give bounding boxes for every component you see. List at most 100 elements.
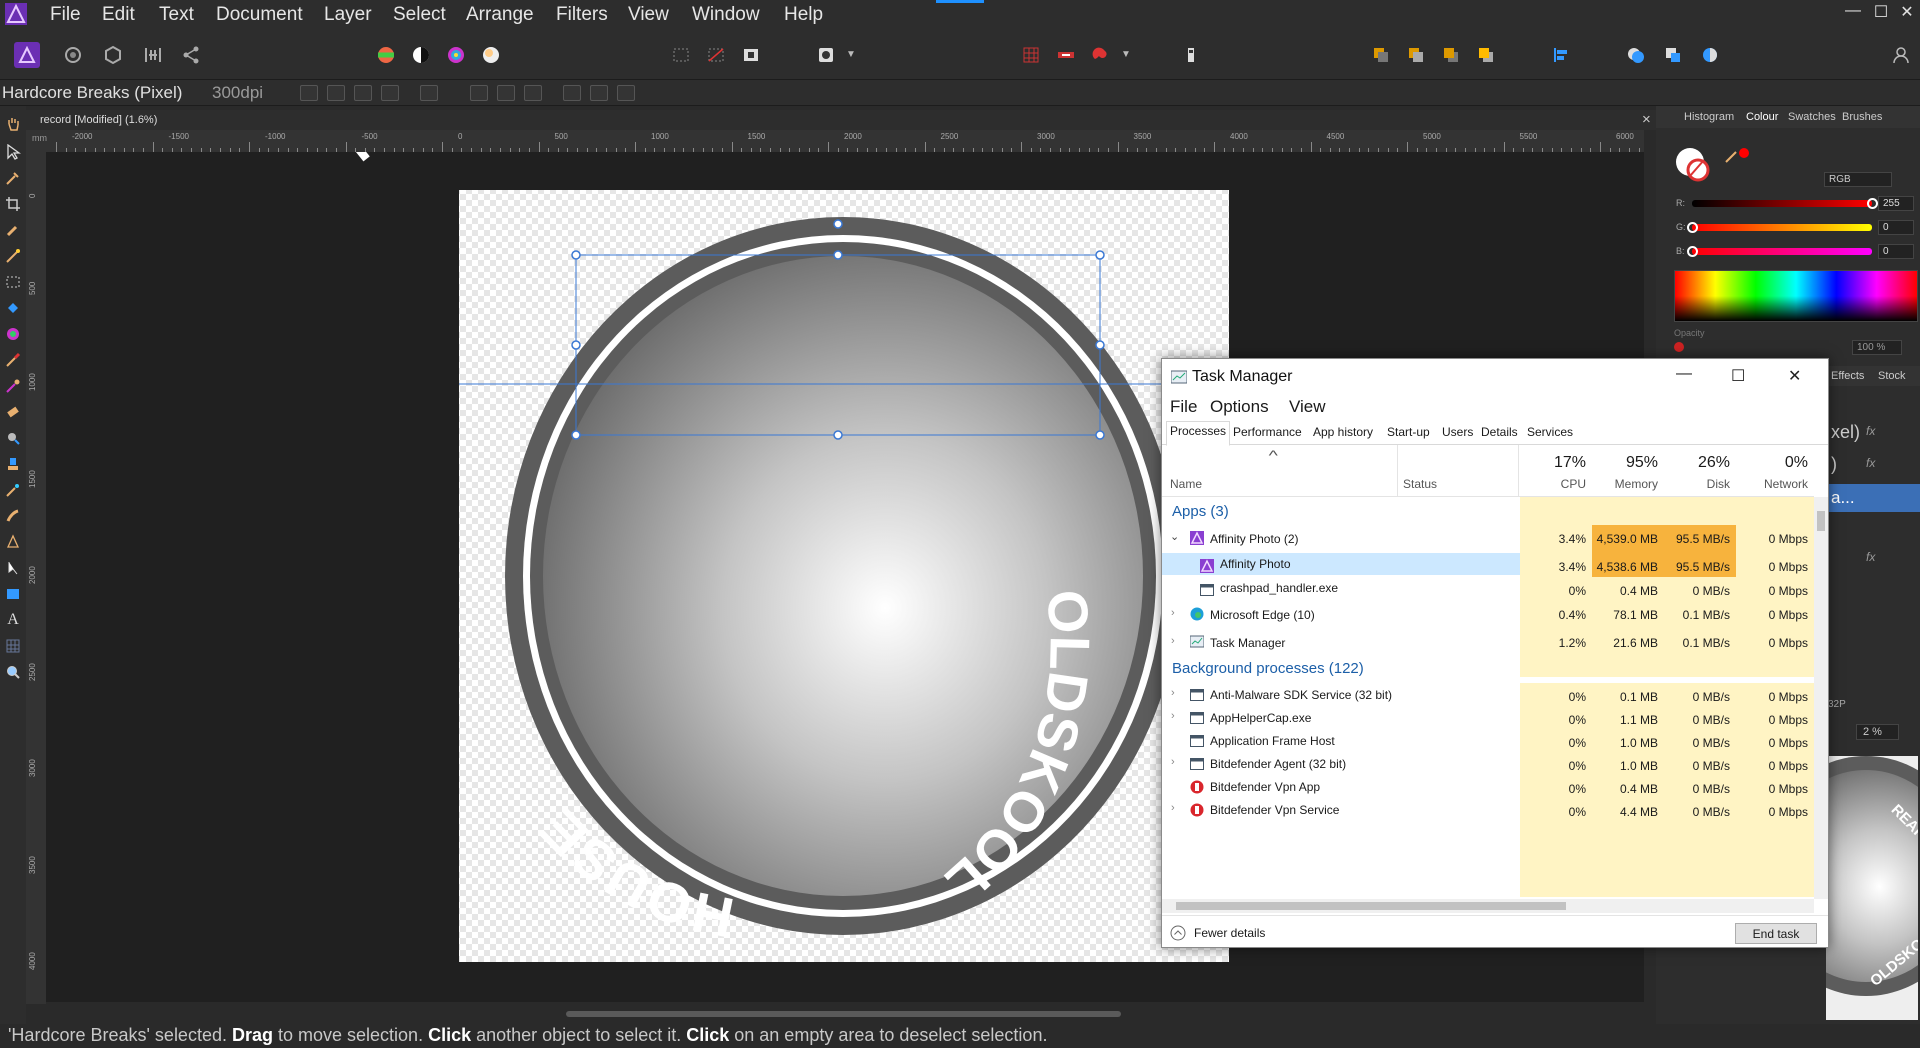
text-tool-icon[interactable]: A: [3, 610, 23, 630]
node-tool-icon[interactable]: [3, 558, 23, 578]
smudge-brush-icon[interactable]: [3, 506, 23, 526]
fill-stroke-swatch-icon[interactable]: [1674, 146, 1712, 184]
col-network[interactable]: Network: [1736, 477, 1808, 491]
deselect-icon[interactable]: [703, 42, 729, 68]
color-slider-handle[interactable]: [1687, 246, 1698, 257]
minimize-button[interactable]: —: [1838, 2, 1868, 20]
col-disk[interactable]: Disk: [1664, 477, 1730, 491]
tm-tab-startup[interactable]: Start-up: [1384, 423, 1433, 443]
tab-histogram[interactable]: Histogram: [1684, 111, 1734, 123]
view-tool-icon[interactable]: [3, 114, 23, 134]
expand-chevron-icon[interactable]: ›: [1171, 607, 1175, 619]
blemish-removal-icon[interactable]: [3, 480, 23, 500]
order-forward-icon[interactable]: [1438, 42, 1464, 68]
align-center-icon[interactable]: [497, 85, 515, 101]
opacity-value[interactable]: 100 %: [1852, 340, 1903, 355]
move-tool-icon[interactable]: [3, 142, 23, 162]
menu-layer[interactable]: Layer: [324, 4, 372, 26]
snapping-magnet-icon[interactable]: [1088, 42, 1114, 68]
pen-tool-icon[interactable]: [3, 532, 23, 552]
reset-selection-icon[interactable]: [420, 85, 438, 101]
process-list-hscroll[interactable]: [1162, 899, 1814, 913]
process-row[interactable]: crashpad_handler.exe 0% 0.4 MB 0 MB/s 0 Mbps: [1162, 577, 1814, 605]
tone-mapping-persona-icon[interactable]: [140, 42, 166, 68]
selection-brush-icon[interactable]: [3, 220, 23, 240]
expand-chevron-icon[interactable]: ›: [1171, 687, 1175, 699]
transform-objects-icon[interactable]: [381, 85, 399, 101]
process-row[interactable]: › Microsoft Edge (10) 0.4% 78.1 MB 0.1 MB/s 0…: [1162, 601, 1814, 629]
tm-minimize-button[interactable]: —: [1676, 365, 1692, 383]
chevron-up-circle-icon[interactable]: [1170, 925, 1186, 941]
rectangle-tool-icon[interactable]: [3, 584, 23, 604]
vscroll-thumb[interactable]: [1817, 511, 1825, 531]
color-slider-track[interactable]: [1692, 248, 1872, 255]
sort-arrow-icon[interactable]: ^: [1269, 447, 1278, 463]
artwork-top-text[interactable]: HARDCORE BREAKS: [329, 152, 921, 173]
color-slider-track[interactable]: [1692, 200, 1872, 207]
tm-tab-app-history[interactable]: App history: [1310, 423, 1376, 443]
process-row[interactable]: › Task Manager 1.2% 21.6 MB 0.1 MB/s 0 Mbps: [1162, 629, 1814, 657]
col-status[interactable]: Status: [1403, 477, 1437, 491]
navigator-preview[interactable]: REAKS OLDSKOOL HO: [1826, 756, 1918, 1020]
document-close-icon[interactable]: ×: [1642, 111, 1651, 128]
intersect-boolean-icon[interactable]: [1697, 42, 1723, 68]
snapping-dropdown-icon[interactable]: ▼: [1121, 49, 1131, 60]
canvas-horizontal-scrollbar[interactable]: [26, 1004, 1656, 1024]
order-backward-icon[interactable]: [1403, 42, 1429, 68]
color-mode-select[interactable]: RGB: [1824, 172, 1892, 187]
zoom-tool-icon[interactable]: [3, 662, 23, 682]
collapse-chevron-icon[interactable]: ⌄: [1170, 530, 1179, 543]
auto-contrast-icon[interactable]: [408, 42, 434, 68]
expand-chevron-icon[interactable]: ›: [1171, 635, 1175, 647]
auto-levels-icon[interactable]: [373, 42, 399, 68]
opacity-handle[interactable]: [1674, 342, 1684, 352]
develop-persona-icon[interactable]: [100, 42, 126, 68]
menu-edit[interactable]: Edit: [102, 4, 135, 26]
tm-menu-options[interactable]: Options: [1210, 397, 1269, 417]
col-name[interactable]: Name: [1170, 477, 1202, 491]
color-slider-track[interactable]: [1692, 224, 1872, 231]
process-row[interactable]: Application Frame Host 0% 1.0 MB 0 MB/s 0 Mb…: [1162, 729, 1814, 757]
layer-fx-icon-3[interactable]: fx: [1866, 550, 1875, 564]
align-top-icon[interactable]: [563, 85, 581, 101]
snapping-bar-icon[interactable]: [1053, 42, 1079, 68]
process-row[interactable]: › Anti-Malware SDK Service (32 bit) 0% 0.1 …: [1162, 683, 1814, 711]
menu-document[interactable]: Document: [216, 4, 303, 26]
layer-row-selected[interactable]: a...: [1826, 484, 1920, 512]
menu-select[interactable]: Select: [393, 4, 446, 26]
fewer-details-link[interactable]: Fewer details: [1194, 926, 1265, 940]
add-boolean-icon[interactable]: [1623, 42, 1649, 68]
menu-text[interactable]: Text: [159, 4, 194, 26]
close-button[interactable]: ✕: [1892, 2, 1920, 22]
hscroll-thumb-tm[interactable]: [1176, 902, 1566, 910]
color-slider-handle[interactable]: [1867, 198, 1878, 209]
align-right-icon[interactable]: [524, 85, 542, 101]
flood-select-icon[interactable]: [3, 246, 23, 266]
process-row[interactable]: › AppHelperCap.exe 0% 1.1 MB 0 MB/s 0 Mbps: [1162, 706, 1814, 734]
expand-chevron-icon[interactable]: ›: [1171, 802, 1175, 814]
quick-mask-dropdown-icon[interactable]: ▼: [846, 49, 856, 60]
flood-fill-icon[interactable]: [3, 298, 23, 318]
subtract-boolean-icon[interactable]: [1660, 42, 1686, 68]
menu-view[interactable]: View: [628, 4, 669, 26]
menu-arrange[interactable]: Arrange: [466, 4, 534, 26]
tm-menu-file[interactable]: File: [1170, 397, 1197, 417]
task-manager-window[interactable]: Task Manager — ☐ ✕ File Options View Pro…: [1161, 358, 1829, 948]
expand-chevron-icon[interactable]: ›: [1171, 710, 1175, 722]
align-bottom-icon[interactable]: [617, 85, 635, 101]
eyedropper-icon[interactable]: [1724, 146, 1760, 166]
end-task-button[interactable]: End task: [1735, 923, 1817, 944]
color-picker-tool-icon[interactable]: [3, 168, 23, 188]
layer-fx-icon-2[interactable]: fx: [1866, 456, 1875, 470]
apps-group-header[interactable]: Apps (3): [1172, 503, 1229, 520]
align-middle-icon[interactable]: [590, 85, 608, 101]
hscroll-thumb[interactable]: [566, 1011, 1121, 1017]
rectangle-marquee-icon[interactable]: [3, 272, 23, 292]
process-row[interactable]: ⌄ Affinity Photo (2) 3.4% 4,539.0 MB 95.5 MB…: [1162, 525, 1814, 553]
menu-help[interactable]: Help: [784, 4, 823, 26]
align-icon[interactable]: [1548, 42, 1574, 68]
gradient-tool-icon[interactable]: [3, 324, 23, 344]
tm-close-button[interactable]: ✕: [1788, 366, 1801, 386]
menu-file[interactable]: File: [50, 4, 81, 26]
export-persona-icon[interactable]: [178, 42, 204, 68]
